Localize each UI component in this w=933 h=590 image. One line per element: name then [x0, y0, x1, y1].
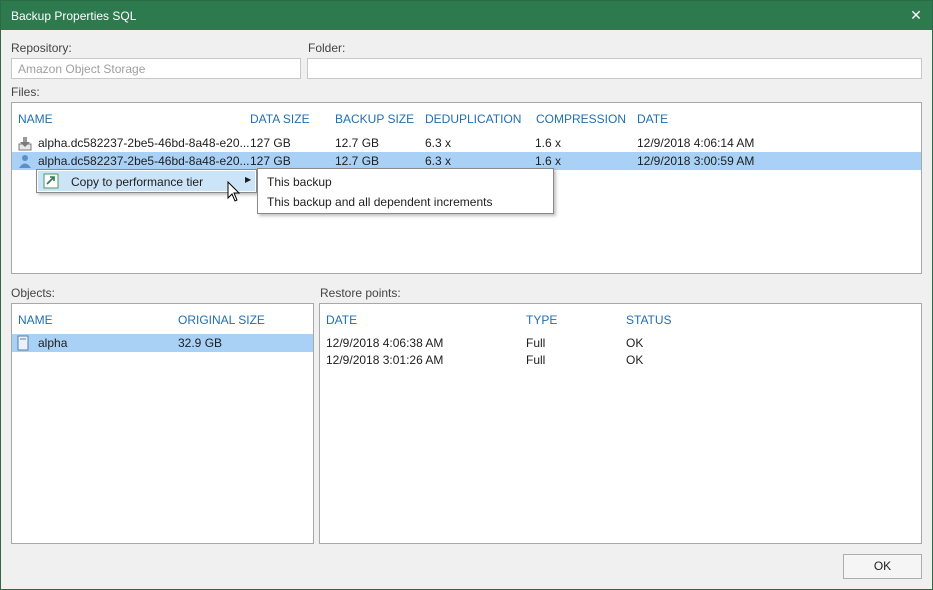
file-data-size: 127 GB — [250, 136, 291, 150]
copy-to-tier-icon — [43, 173, 59, 189]
close-icon[interactable]: ✕ — [900, 1, 932, 30]
object-size: 32.9 GB — [178, 336, 223, 350]
table-row-selected[interactable]: alpha 32.9 GB — [12, 334, 313, 352]
col-data-size[interactable]: DATA SIZE — [250, 112, 310, 126]
col-backup-size[interactable]: BACKUP SIZE — [335, 112, 414, 126]
col-type[interactable]: TYPE — [526, 313, 557, 327]
backup-properties-dialog: Backup Properties SQL ✕ Repository: Amaz… — [0, 0, 933, 590]
window-title: Backup Properties SQL — [11, 9, 137, 23]
restore-date: 12/9/2018 4:06:38 AM — [326, 336, 444, 350]
file-name: alpha.dc582237-2be5-46bd-8a48-e20... — [38, 154, 250, 168]
table-row[interactable]: 12/9/2018 3:01:26 AM Full OK — [320, 351, 921, 369]
col-original-size[interactable]: ORIGINAL SIZE — [178, 313, 265, 327]
repository-label: Repository: — [11, 41, 72, 55]
col-name[interactable]: NAME — [18, 112, 53, 126]
ok-button[interactable]: OK — [843, 554, 922, 579]
folder-label: Folder: — [308, 41, 346, 55]
folder-field[interactable] — [307, 58, 922, 79]
file-date: 12/9/2018 4:06:14 AM — [637, 136, 755, 150]
restore-points-label: Restore points: — [320, 286, 401, 300]
backup-file-icon — [19, 155, 31, 168]
col-deduplication[interactable]: DEDUPLICATION — [425, 112, 521, 126]
restore-status: OK — [626, 336, 644, 350]
col-date[interactable]: DATE — [326, 313, 357, 327]
restore-status: OK — [626, 353, 644, 367]
file-backup-size: 12.7 GB — [335, 154, 380, 168]
context-menu-item-copy-to-performance-tier[interactable]: Copy to performance tier ▶ — [38, 171, 255, 191]
restore-type: Full — [526, 336, 546, 350]
table-row[interactable]: 12/9/2018 4:06:38 AM Full OK — [320, 334, 921, 352]
title-bar: Backup Properties SQL ✕ — [1, 1, 932, 30]
submenu-item-backup-and-increments[interactable]: This backup and all dependent increments — [267, 195, 492, 209]
table-row[interactable]: alpha.dc582237-2be5-46bd-8a48-e20... 127… — [12, 134, 921, 152]
mouse-pointer-icon — [227, 181, 241, 202]
backup-file-icon — [18, 137, 32, 151]
file-dedup: 6.3 x — [425, 154, 452, 168]
submenu: This backup This backup and all dependen… — [257, 168, 554, 214]
files-label: Files: — [11, 85, 40, 99]
file-data-size: 127 GB — [250, 154, 291, 168]
file-compression: 1.6 x — [535, 154, 562, 168]
objects-label: Objects: — [11, 286, 56, 300]
restore-type: Full — [526, 353, 546, 367]
file-dedup: 6.3 x — [425, 136, 452, 150]
context-menu: Copy to performance tier ▶ — [36, 169, 257, 193]
col-status[interactable]: STATUS — [626, 313, 672, 327]
objects-list[interactable]: NAME ORIGINAL SIZE alpha 32.9 GB — [11, 303, 314, 544]
object-name: alpha — [38, 336, 68, 350]
context-menu-label: Copy to performance tier — [71, 175, 204, 189]
submenu-arrow-icon: ▶ — [245, 175, 252, 184]
col-name[interactable]: NAME — [18, 313, 53, 327]
restore-points-list[interactable]: DATE TYPE STATUS 12/9/2018 4:06:38 AM Fu… — [319, 303, 922, 544]
submenu-item-this-backup[interactable]: This backup — [267, 175, 332, 189]
col-date[interactable]: DATE — [637, 112, 668, 126]
repository-field[interactable]: Amazon Object Storage — [11, 58, 301, 79]
file-name: alpha.dc582237-2be5-46bd-8a48-e20... — [38, 136, 250, 150]
file-backup-size: 12.7 GB — [335, 136, 380, 150]
file-date: 12/9/2018 3:00:59 AM — [637, 154, 755, 168]
file-compression: 1.6 x — [535, 136, 562, 150]
vm-object-icon — [17, 335, 29, 351]
col-compression[interactable]: COMPRESSION — [536, 112, 626, 126]
restore-date: 12/9/2018 3:01:26 AM — [326, 353, 444, 367]
